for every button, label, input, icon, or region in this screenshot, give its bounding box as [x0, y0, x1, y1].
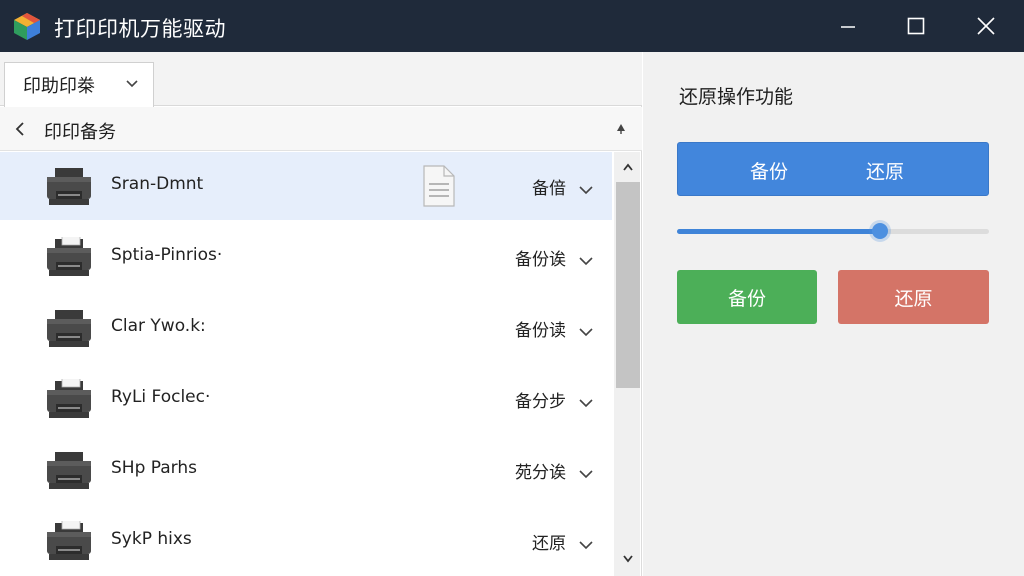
scroll-thumb[interactable] — [616, 182, 640, 388]
close-button[interactable] — [954, 0, 1018, 52]
minimize-button[interactable] — [816, 0, 880, 52]
panel-title: 还原操作功能 — [679, 86, 794, 108]
chevron-down-icon — [126, 80, 138, 88]
restore-panel: 还原操作功能 备份 还原 备份 还原 — [643, 52, 1024, 576]
printer-icon — [46, 308, 92, 350]
vertical-scrollbar[interactable] — [614, 152, 640, 576]
chevron-down-icon[interactable] — [578, 393, 594, 412]
segment-backup-label[interactable]: 备份 — [750, 157, 788, 184]
scroll-down-icon[interactable] — [622, 554, 634, 564]
backup-restore-segment[interactable]: 备份 还原 — [677, 142, 989, 196]
printer-name: Clar Ywo.k: — [111, 316, 206, 336]
chevron-down-icon[interactable] — [578, 180, 594, 199]
maximize-button[interactable] — [884, 0, 948, 52]
progress-slider[interactable] — [677, 223, 989, 239]
segment-restore-label[interactable]: 还原 — [866, 157, 904, 184]
printer-status: 备偣 — [532, 179, 566, 199]
breadcrumb: 印印备务 — [0, 107, 642, 151]
back-arrow-icon[interactable] — [14, 120, 26, 138]
printer-status: 备份诶 — [515, 250, 566, 270]
minimize-icon — [841, 26, 855, 28]
tab-strip: 印助印桊 — [0, 52, 642, 107]
list-item[interactable]: SykP hixs 还原 — [0, 507, 612, 575]
document-icon[interactable] — [420, 164, 456, 212]
backup-button[interactable]: 备份 — [677, 270, 817, 324]
restore-button[interactable]: 还原 — [838, 270, 989, 324]
slider-fill — [677, 229, 880, 234]
printer-name: Sptia-Pinrios· — [111, 245, 223, 265]
list-item[interactable]: Sran-Dmnt 备偣 — [0, 152, 612, 220]
slider-handle[interactable] — [871, 223, 888, 239]
app-logo-icon — [14, 13, 40, 40]
chevron-down-icon[interactable] — [578, 251, 594, 270]
printer-icon — [46, 379, 92, 421]
printer-status: 苑分诶 — [515, 463, 566, 483]
pin-icon[interactable] — [616, 123, 626, 135]
printer-icon — [46, 237, 92, 279]
printer-list: Sran-Dmnt 备偣 Sptia-Pinrios· 备份诶 Clar Ywo.k: 备… — [0, 152, 614, 576]
printer-status: 备份读 — [515, 321, 566, 341]
tab-label: 印助印桊 — [23, 76, 95, 97]
printer-status: 备分步 — [515, 392, 566, 412]
printer-name: Sran-Dmnt — [111, 174, 204, 194]
printer-list-pane: 印助印桊 印印备务 Sran-Dmnt 备偣 Sptia-Pinrios· 备份诶 Cl… — [0, 52, 642, 576]
printer-status: 还原 — [532, 534, 566, 554]
tab-printer-dropdown[interactable]: 印助印桊 — [4, 62, 154, 107]
chevron-down-icon[interactable] — [578, 535, 594, 554]
printer-name: RyLi Foclec· — [111, 387, 211, 407]
printer-icon — [46, 450, 92, 492]
list-item[interactable]: SHp Parhs 苑分诶 — [0, 436, 612, 504]
scroll-up-icon[interactable] — [622, 162, 634, 172]
title-bar: 打印印机万能驱动 — [0, 0, 1024, 52]
chevron-down-icon[interactable] — [578, 464, 594, 483]
printer-name: SykP hixs — [111, 529, 192, 549]
printer-icon — [46, 166, 92, 208]
printer-icon — [46, 521, 92, 563]
list-item[interactable]: Clar Ywo.k: 备份读 — [0, 294, 612, 362]
maximize-icon — [907, 17, 925, 35]
section-title: 印印备务 — [44, 122, 116, 143]
list-item[interactable]: Sptia-Pinrios· 备份诶 — [0, 223, 612, 291]
list-item[interactable]: RyLi Foclec· 备分步 — [0, 365, 612, 433]
close-icon — [977, 17, 995, 35]
window-title: 打印印机万能驱动 — [54, 17, 226, 41]
printer-name: SHp Parhs — [111, 458, 197, 478]
chevron-down-icon[interactable] — [578, 322, 594, 341]
